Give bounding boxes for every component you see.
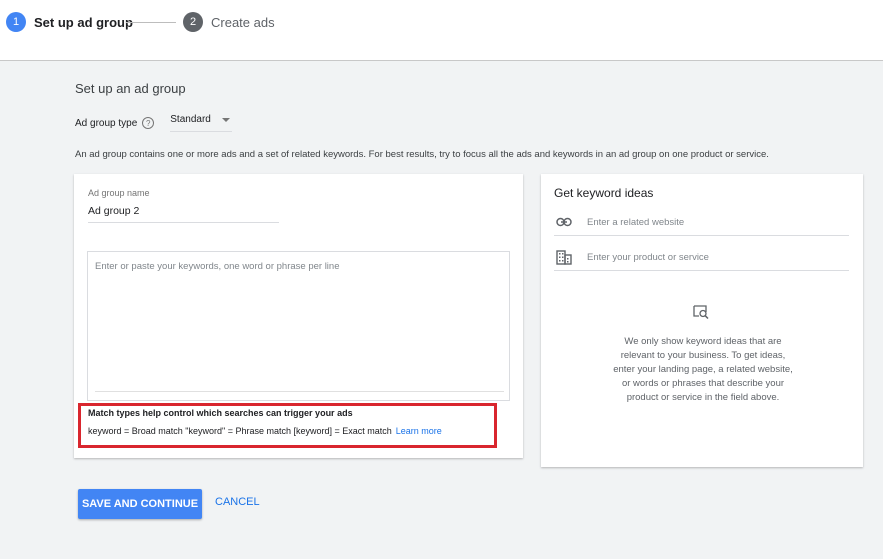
ad-group-name-label: Ad group name (88, 188, 150, 198)
keyword-ideas-info: We only show keyword ideas that are rele… (613, 336, 793, 403)
keyword-ideas-title: Get keyword ideas (554, 186, 654, 200)
step-number-1: 1 (6, 12, 26, 32)
ad-group-type-value: Standard (170, 114, 211, 125)
keywords-divider (95, 391, 504, 392)
step-connector (126, 22, 176, 23)
match-types-title: Match types help control which searches … (88, 408, 353, 418)
keywords-textarea[interactable]: Enter or paste your keywords, one word o… (87, 251, 510, 401)
ad-group-type-label: Ad group type (75, 117, 138, 129)
step-label-create-ads: Create ads (211, 14, 275, 30)
keyword-ideas-card: Get keyword ideas Enter a related websit… (541, 174, 863, 467)
ad-group-type-select[interactable]: Standard (170, 114, 233, 132)
help-icon[interactable]: ? (142, 117, 155, 129)
match-types-highlight: Match types help control which searches … (78, 403, 497, 448)
building-icon (554, 249, 574, 265)
ad-group-description: An ad group contains one or more ads and… (75, 149, 769, 160)
match-types-description: keyword = Broad match "keyword" = Phrase… (88, 426, 392, 436)
match-types-text: keyword = Broad match "keyword" = Phrase… (88, 426, 442, 436)
related-website-placeholder: Enter a related website (587, 216, 685, 228)
step-setup-ad-group[interactable]: 1 Set up ad group (6, 12, 133, 32)
step-label-setup: Set up ad group (34, 14, 133, 30)
link-icon (554, 217, 574, 227)
product-service-field[interactable]: Enter your product or service (554, 244, 849, 271)
cancel-button[interactable]: CANCEL (215, 496, 260, 508)
related-website-field[interactable]: Enter a related website (554, 209, 849, 236)
ad-group-card: Ad group name Ad group 2 Enter or paste … (74, 174, 523, 458)
step-create-ads[interactable]: 2 Create ads (183, 12, 275, 32)
stepper-header: 1 Set up ad group 2 Create ads (0, 0, 883, 61)
ad-group-name-input[interactable]: Ad group 2 (88, 205, 279, 223)
learn-more-link[interactable]: Learn more (396, 426, 442, 436)
product-service-placeholder: Enter your product or service (587, 251, 709, 263)
search-document-icon (692, 304, 710, 325)
save-and-continue-button[interactable]: SAVE AND CONTINUE (78, 489, 202, 519)
section-title: Set up an ad group (75, 81, 186, 96)
ad-group-type-row: Ad group type ? Standard (75, 114, 233, 132)
step-number-2: 2 (183, 12, 203, 32)
dropdown-caret-icon (221, 117, 230, 122)
keywords-placeholder: Enter or paste your keywords, one word o… (95, 261, 340, 272)
